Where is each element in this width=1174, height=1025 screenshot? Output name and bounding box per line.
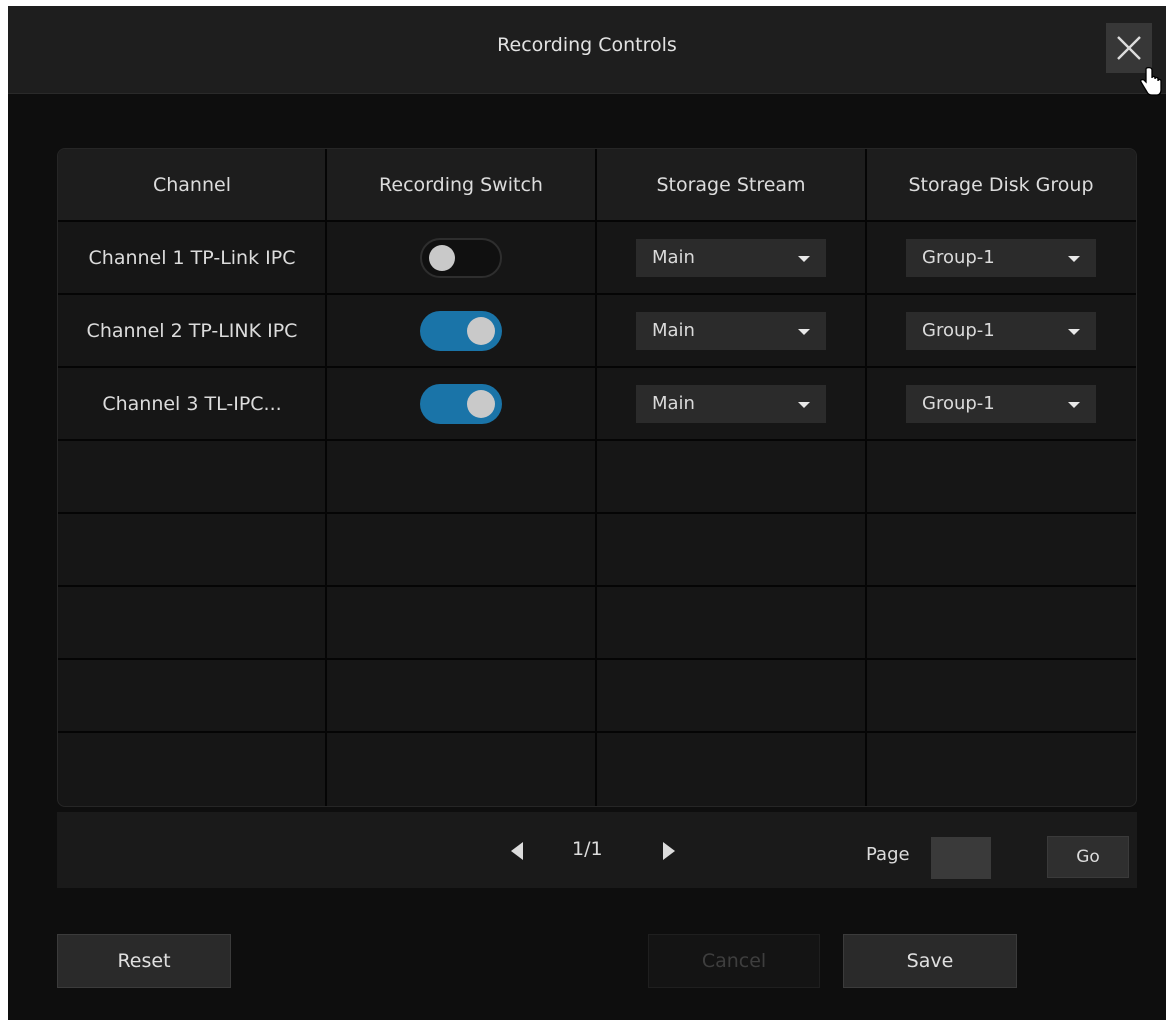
column-header: Channel [152,174,231,196]
storage-stream-select-cell: Main [596,367,866,440]
row-divider [58,658,1136,660]
select-value: Main [652,393,695,414]
storage-disk-group-select[interactable]: Group-1 [905,237,1097,278]
recording-switch-cell [326,367,596,440]
column-header: Recording Switch [379,174,543,196]
chevron-down-icon [798,401,810,408]
recording-switch-cell [326,221,596,294]
page-number-input[interactable] [931,837,991,879]
storage-stream-select[interactable]: Main [635,237,827,278]
recording-controls-dialog: Recording Controls Channel Recording Swit… [8,6,1166,1020]
title-bar: Recording Controls [8,6,1166,94]
close-icon [1117,36,1141,60]
chevron-down-icon [1068,401,1080,408]
select-value: Main [652,247,695,268]
storage-disk-group-select-cell: Group-1 [866,367,1136,440]
toggle-knob [429,244,455,271]
storage-stream-select[interactable]: Main [635,383,827,424]
storage-stream-select-cell: Main [596,294,866,367]
storage-disk-group-select-cell: Group-1 [866,221,1136,294]
storage-disk-group-select-cell: Group-1 [866,294,1136,367]
page-label: Page [866,844,910,865]
select-value: Group-1 [922,247,995,268]
chevron-down-icon [1068,255,1080,262]
column-header: Storage Disk Group [908,174,1094,196]
storage-stream-select-cell: Main [596,221,866,294]
storage-stream-select[interactable]: Main [635,310,827,351]
storage-disk-group-select[interactable]: Group-1 [905,383,1097,424]
recording-toggle[interactable] [420,310,502,351]
row-divider [58,512,1136,514]
save-button[interactable]: Save [843,934,1017,988]
chevron-down-icon [798,255,810,262]
channel-name: Channel 2 TP-LINK IPC [86,319,298,342]
dialog-title: Recording Controls [497,34,677,56]
chevron-down-icon [1068,328,1080,335]
chevron-down-icon [798,328,810,335]
page-indicator: 1/1 [572,838,603,860]
toggle-knob [467,389,495,418]
recording-switch-cell [326,294,596,367]
recording-toggle[interactable] [420,237,502,278]
toggle-knob [467,316,495,345]
select-value: Group-1 [922,320,995,341]
close-button[interactable] [1106,23,1152,73]
row-divider [58,585,1136,587]
column-header: Storage Stream [656,174,806,196]
go-button[interactable]: Go [1047,836,1129,878]
cancel-button[interactable]: Cancel [648,934,820,988]
channel-name: Channel 3 TL-IPC... [102,392,282,415]
hand-cursor-icon [1140,67,1162,96]
storage-disk-group-select[interactable]: Group-1 [905,310,1097,351]
recording-toggle[interactable] [420,383,502,424]
select-value: Main [652,320,695,341]
next-page-icon[interactable] [663,842,675,860]
reset-button[interactable]: Reset [57,934,231,988]
row-divider [58,731,1136,733]
channel-name: Channel 1 TP-Link IPC [88,246,296,269]
pagination-bar: 1/1 Page Go [57,812,1137,888]
previous-page-icon[interactable] [511,842,523,860]
select-value: Group-1 [922,393,995,414]
recording-table: Channel Recording Switch Storage Stream Sto… [57,148,1137,807]
